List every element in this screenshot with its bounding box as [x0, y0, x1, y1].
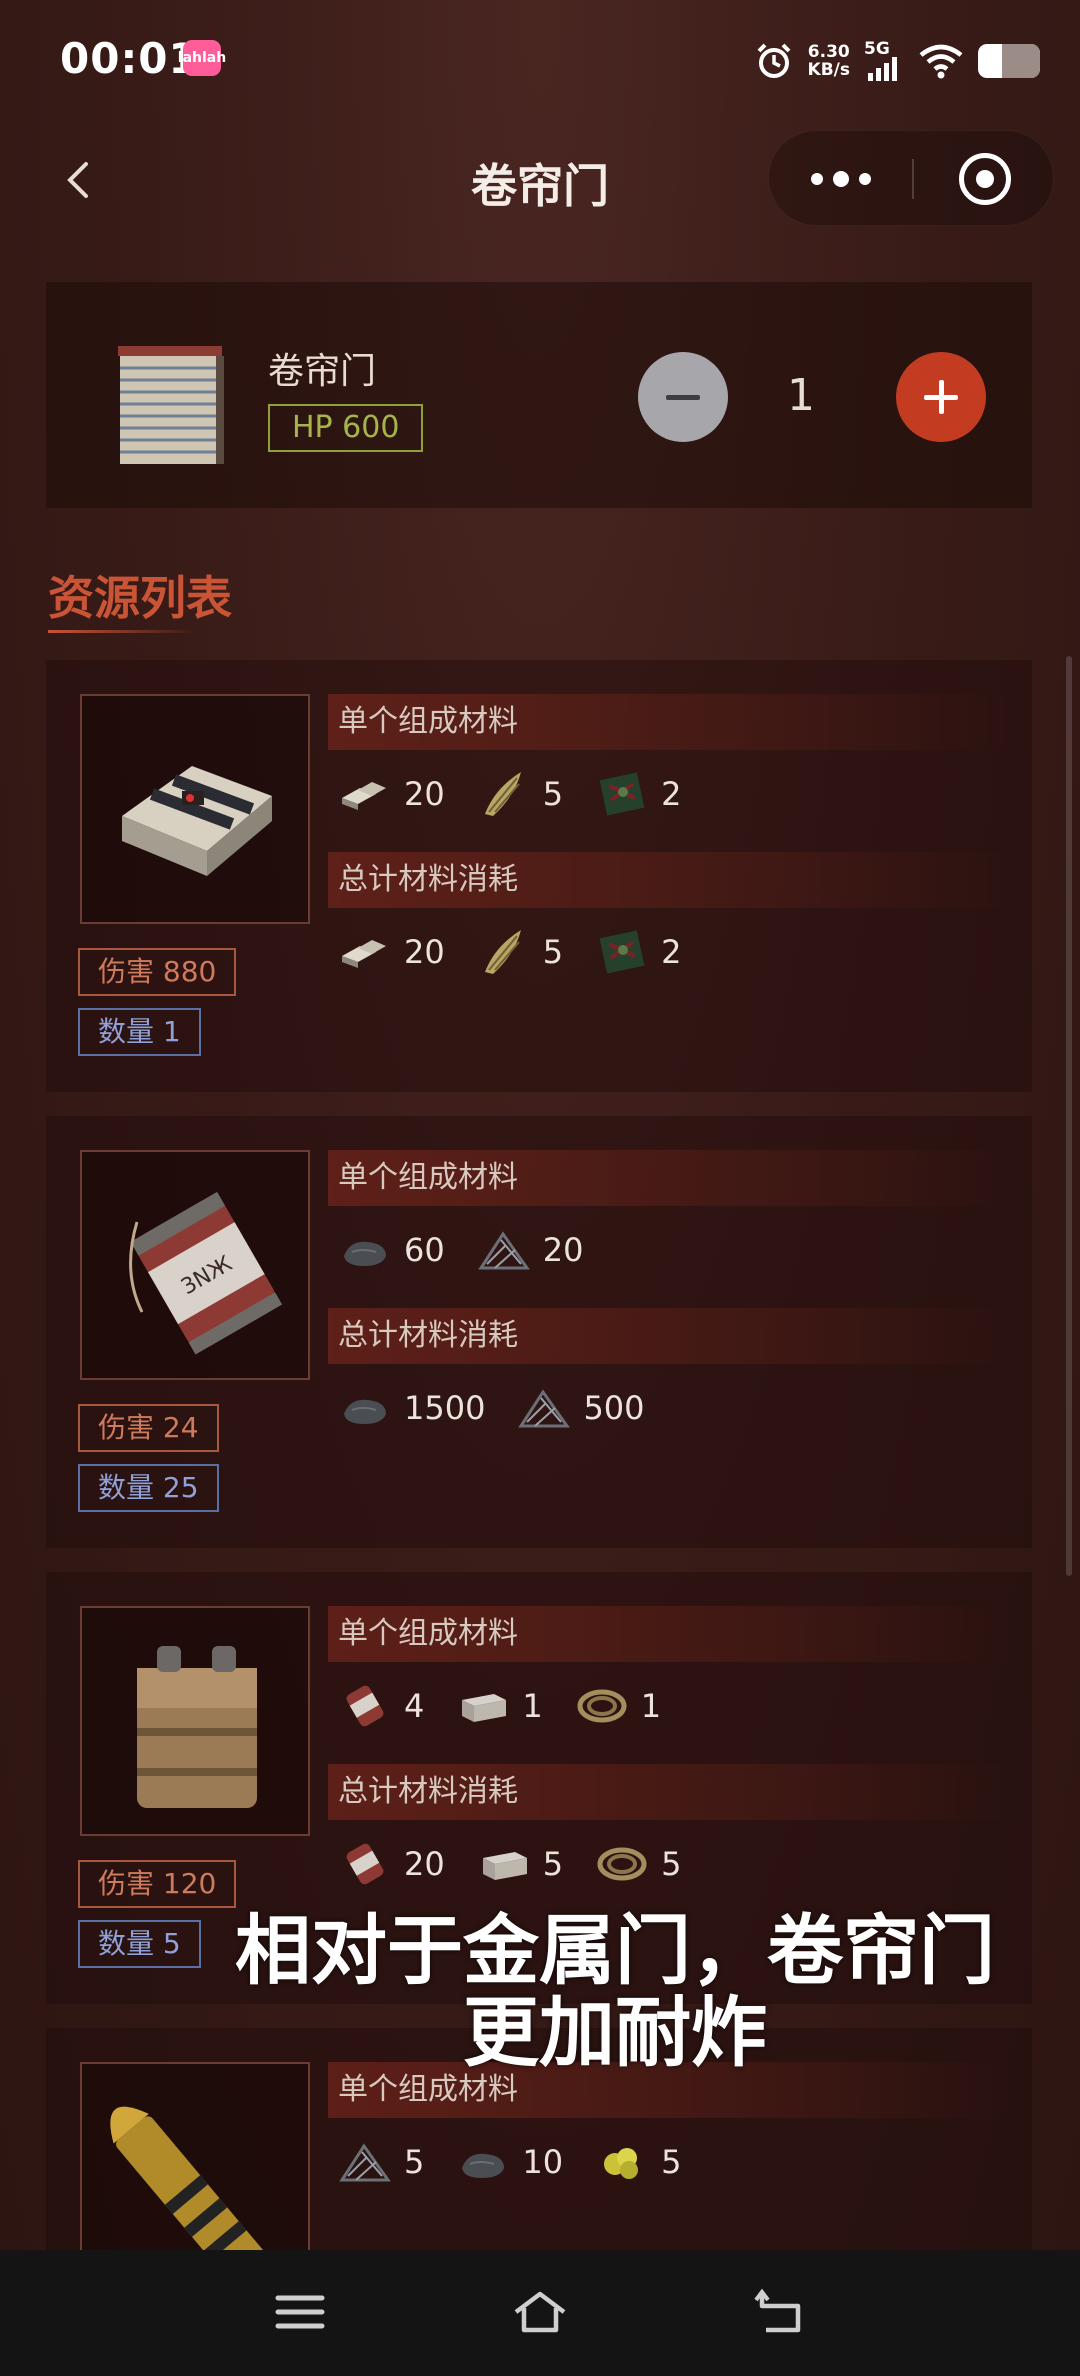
- material-item: 60: [336, 1224, 445, 1276]
- small-stash-icon: [482, 1852, 527, 1880]
- single-materials-label: 单个组成材料: [328, 1150, 1008, 1206]
- scrollbar[interactable]: [1066, 656, 1072, 1576]
- material-item: 20: [475, 1224, 583, 1276]
- material-item: 1500: [336, 1382, 485, 1434]
- battery-icon: [978, 44, 1040, 78]
- sulfur-icon: [518, 1389, 571, 1428]
- cellular-signal-icon: 5G: [864, 39, 904, 83]
- charcoal-icon: [344, 1241, 386, 1266]
- resource-card[interactable]: 3NЖ 伤害 24 数量 25 单个组成材料 60 20 总计材料消耗 1500…: [46, 1116, 1032, 1548]
- total-materials-row: 20 5 2: [336, 922, 711, 982]
- sulfur-icon: [477, 1231, 530, 1270]
- material-item: 500: [515, 1382, 645, 1434]
- explosive-ammo-icon: [110, 2106, 275, 2250]
- rope-icon: [577, 1689, 627, 1723]
- charcoal-icon: [344, 1399, 386, 1424]
- beancan-grenade-icon: [346, 1843, 384, 1885]
- single-materials-row: 20 5 2: [336, 764, 711, 824]
- sulfur-ore-icon: [604, 2148, 639, 2179]
- material-item: 5: [593, 2136, 681, 2188]
- item-name: 卷帘门: [268, 351, 377, 392]
- material-item: 5: [336, 2136, 424, 2188]
- tech-trash-icon: [599, 930, 645, 974]
- quantity-value: 1: [787, 370, 815, 421]
- single-materials-label: 单个组成材料: [328, 694, 1008, 750]
- total-materials-label: 总计材料消耗: [328, 852, 1008, 908]
- increase-quantity-button[interactable]: [896, 352, 986, 442]
- total-materials-row: 1500 500: [336, 1378, 675, 1438]
- metal-fragments-icon: [342, 940, 386, 968]
- section-underline: [48, 630, 198, 633]
- resource-card[interactable]: 伤害 880 数量 1 单个组成材料 20 5 2 总计材料消耗 20 5 2: [46, 660, 1032, 1092]
- more-options-icon[interactable]: [811, 171, 871, 187]
- section-title: 资源列表: [48, 571, 232, 625]
- hp-badge: HP 600: [268, 404, 424, 452]
- material-item: 5: [475, 926, 563, 978]
- rope-icon: [597, 1847, 647, 1881]
- cloth-icon: [484, 772, 521, 816]
- material-item: 20: [336, 768, 445, 820]
- total-materials-label: 总计材料消耗: [328, 1308, 1008, 1364]
- network-speed: 6.30 KB/s: [807, 42, 850, 80]
- material-item: 5: [593, 1838, 681, 1890]
- resource-thumbnail: [80, 694, 310, 924]
- total-materials-label: 总计材料消耗: [328, 1764, 1008, 1820]
- material-item: 5: [475, 768, 563, 820]
- decrease-quantity-button[interactable]: [638, 352, 728, 442]
- material-item: 1: [454, 1680, 543, 1732]
- close-miniprogram-icon[interactable]: [959, 153, 1011, 205]
- material-item: 20: [336, 1838, 445, 1890]
- video-subtitle: 相对于金属门，卷帘门更加耐炸: [235, 1906, 995, 2077]
- material-item: 1: [573, 1680, 661, 1732]
- timed-explosive-charge-icon: [122, 766, 272, 876]
- single-materials-row: 4 1 1: [336, 1676, 691, 1736]
- material-item: 2: [593, 926, 681, 978]
- sulfur-icon: [339, 2143, 391, 2182]
- material-item: 10: [454, 2136, 563, 2188]
- count-badge: 数量 25: [78, 1464, 219, 1512]
- count-badge: 数量 1: [78, 1008, 201, 1056]
- total-materials-row: 20 5 5: [336, 1834, 711, 1894]
- tech-trash-icon: [599, 772, 645, 816]
- material-item: 20: [336, 926, 445, 978]
- material-item: 2: [593, 768, 681, 820]
- material-item: 5: [475, 1838, 563, 1890]
- resource-thumbnail: 3NЖ: [80, 1150, 310, 1380]
- resource-thumbnail: [80, 2062, 310, 2250]
- menu-icon[interactable]: [272, 2288, 328, 2336]
- resource-thumbnail: [80, 1606, 310, 1836]
- single-materials-label: 单个组成材料: [328, 1606, 1008, 1662]
- miniprogram-capsule: [768, 130, 1054, 226]
- metal-fragments-icon: [342, 782, 386, 810]
- damage-badge: 伤害 24: [78, 1404, 219, 1452]
- single-materials-row: 5 10 5: [336, 2132, 711, 2192]
- single-materials-row: 60 20: [336, 1220, 613, 1280]
- damage-badge: 伤害 120: [78, 1860, 237, 1908]
- charcoal-icon: [462, 2153, 505, 2178]
- home-icon[interactable]: [512, 2288, 568, 2336]
- satchel-charge-icon: [137, 1646, 257, 1808]
- beancan-grenade-icon: [346, 1685, 384, 1727]
- status-bar: 00:01 lahlah 6.30 KB/s 5G: [0, 0, 1080, 120]
- damage-badge: 伤害 880: [78, 948, 237, 996]
- garage-door-icon: [118, 346, 224, 464]
- material-item: 4: [336, 1680, 424, 1732]
- alarm-icon: [757, 43, 790, 78]
- app-notification-icon: lahlah: [178, 40, 226, 76]
- back-icon[interactable]: [752, 2288, 808, 2336]
- system-navigation-bar: [0, 2250, 1080, 2376]
- small-stash-icon: [462, 1694, 507, 1722]
- beancan-grenade-icon: 3NЖ: [129, 1191, 283, 1355]
- navigation-bar: 卷帘门: [0, 130, 1080, 230]
- cloth-icon: [484, 930, 521, 974]
- selected-item-card: 卷帘门 HP 600 1: [46, 282, 1032, 508]
- count-badge: 数量 5: [78, 1920, 201, 1968]
- wifi-icon: [919, 44, 963, 79]
